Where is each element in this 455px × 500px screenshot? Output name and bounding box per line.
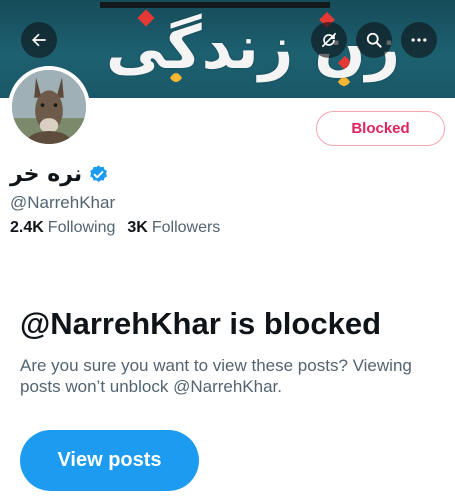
arrow-left-icon <box>32 33 46 47</box>
following-label: Following <box>47 219 116 236</box>
more-dots-icon <box>411 38 427 42</box>
user-handle: @NarrehKhar <box>10 193 116 212</box>
blocked-description: Are you sure you want to view these post… <box>20 356 412 396</box>
verified-badge-icon <box>90 164 108 182</box>
following-link[interactable]: 2.4K Following <box>10 219 115 237</box>
blocked-button[interactable]: Blocked <box>316 111 445 146</box>
following-count: 2.4K <box>10 219 44 236</box>
name-row: نره خر <box>10 157 109 191</box>
refresh-icon <box>321 32 337 48</box>
follow-stats: 2.4K Following 3K Followers <box>10 219 220 237</box>
more-options-button[interactable] <box>401 22 437 58</box>
refresh-button[interactable] <box>311 22 347 58</box>
donkey-avatar-image <box>12 70 86 144</box>
back-button[interactable] <box>21 22 57 58</box>
blocked-title: @NarrehKhar is blocked <box>20 306 382 341</box>
search-icon <box>366 32 382 48</box>
search-button[interactable] <box>356 22 392 58</box>
display-name: نره خر <box>10 161 83 187</box>
view-posts-button[interactable]: View posts <box>20 430 199 491</box>
followers-count: 3K <box>127 219 148 236</box>
avatar[interactable] <box>8 66 90 148</box>
followers-link[interactable]: 3K Followers <box>127 219 220 237</box>
followers-label: Followers <box>151 219 221 236</box>
